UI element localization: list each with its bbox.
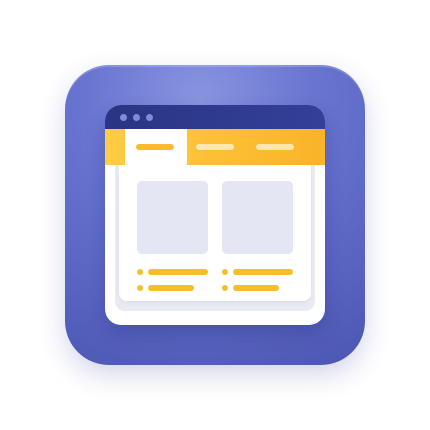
tab-bar — [105, 129, 325, 165]
list-line-placeholder — [233, 285, 279, 291]
active-tab-label-placeholder — [136, 144, 174, 150]
window-dot — [120, 114, 127, 121]
window-dot — [133, 114, 140, 121]
list-line-placeholder — [233, 269, 293, 275]
list-bullet — [137, 285, 143, 291]
list-bullet — [222, 285, 228, 291]
inactive-tab-placeholder — [256, 144, 294, 150]
list-line-placeholder — [148, 269, 208, 275]
list-line-placeholder — [148, 285, 194, 291]
icon-canvas — [0, 0, 430, 430]
list-bullet — [137, 269, 143, 275]
content-card-image — [137, 181, 208, 254]
inactive-tab-placeholder — [196, 144, 234, 150]
window-titlebar — [105, 105, 325, 129]
browser-window-icon — [105, 105, 325, 325]
active-tab — [125, 129, 187, 165]
content-card-image — [222, 181, 293, 254]
window-dot — [146, 114, 153, 121]
list-bullet — [222, 269, 228, 275]
